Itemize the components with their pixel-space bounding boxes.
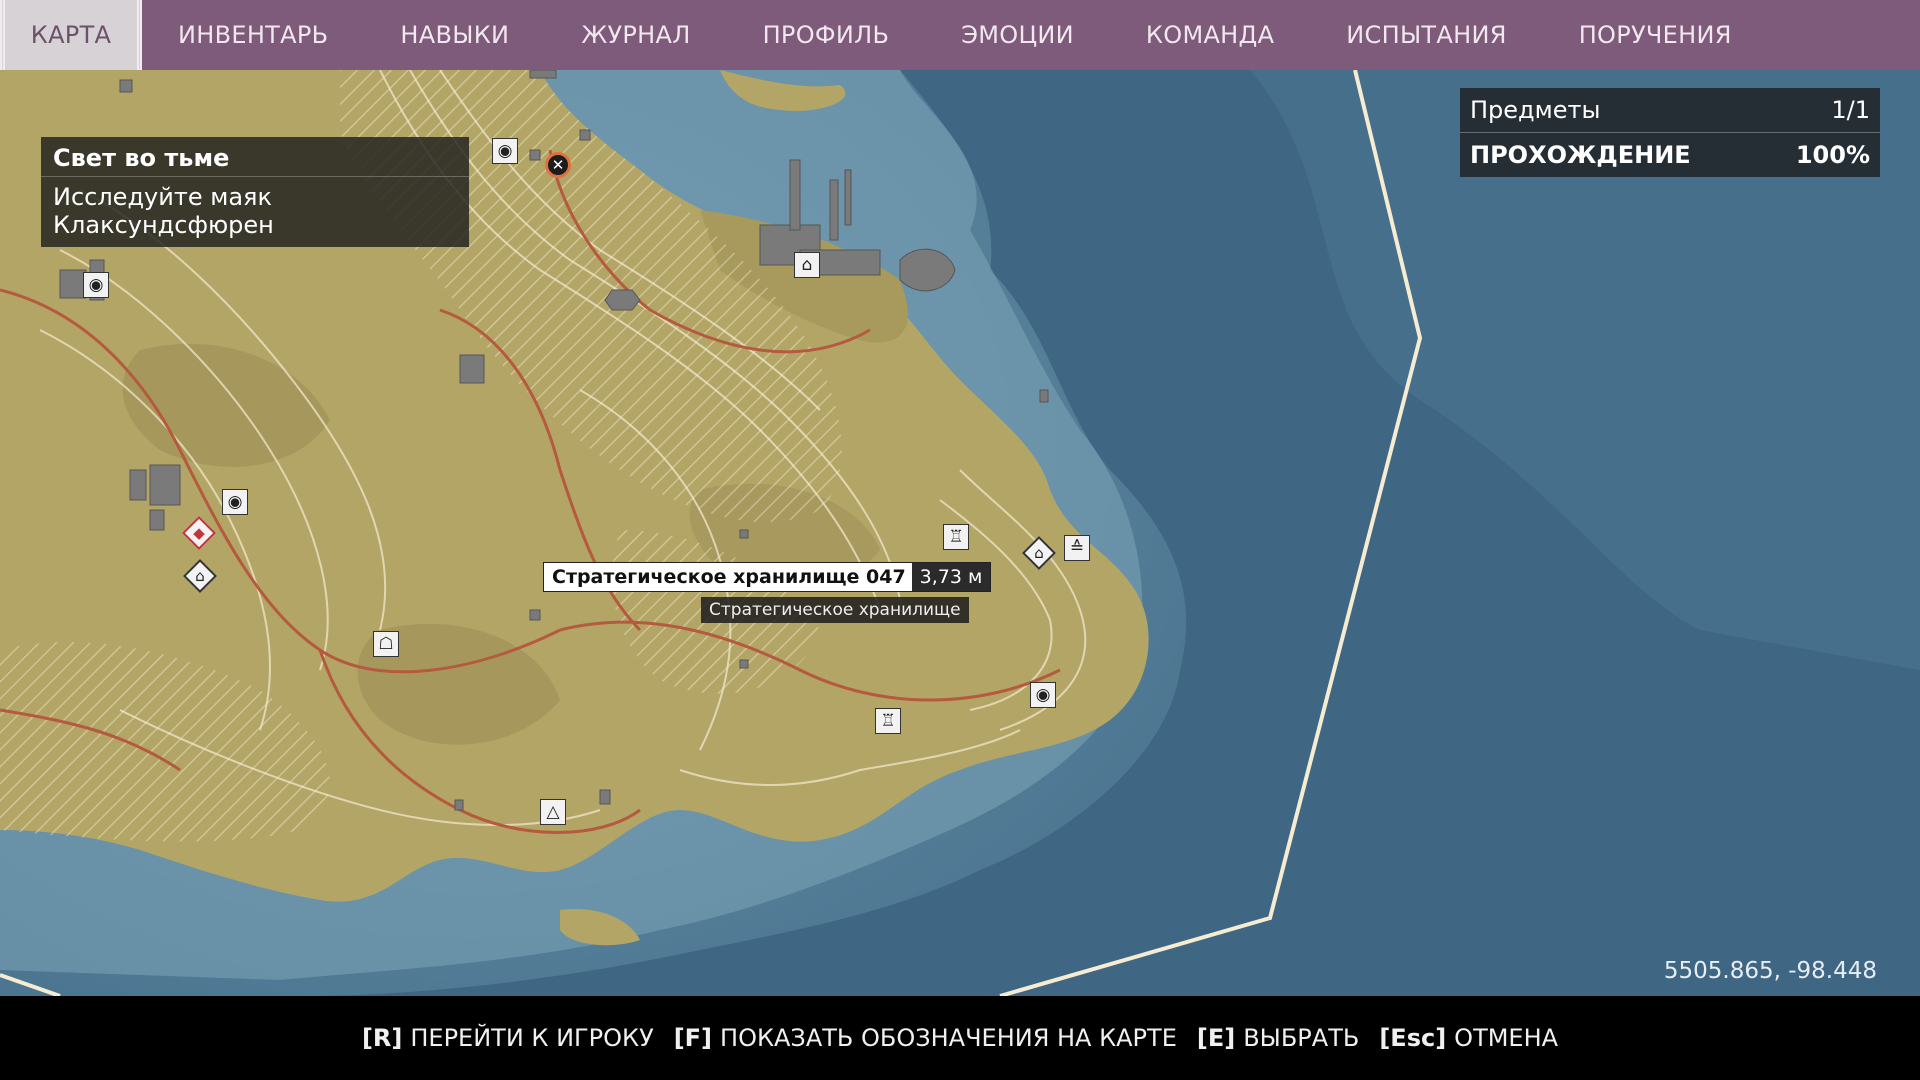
tab-errands[interactable]: ПОРУЧЕНИЯ — [1543, 0, 1768, 70]
tab-inventory[interactable]: ИНВЕНТАРЬ — [142, 0, 364, 70]
top-navigation: КАРТА ИНВЕНТАРЬ НАВЫКИ ЖУРНАЛ ПРОФИЛЬ ЭМ… — [0, 0, 1920, 70]
key-label: [F] — [673, 1024, 713, 1052]
items-value: 1/1 — [1831, 96, 1870, 124]
cancel-button[interactable]: [Esc] ОТМЕНА — [1379, 1024, 1558, 1052]
hint-label: ОТМЕНА — [1454, 1024, 1559, 1052]
quest-description: Исследуйте маяк Клаксундсфюрен — [53, 183, 274, 239]
camera-icon[interactable]: ◉ — [222, 489, 248, 515]
progress-row: ПРОХОЖДЕНИЕ 100% — [1460, 133, 1880, 177]
camera-icon[interactable]: ◉ — [83, 272, 109, 298]
key-label: [Esc] — [1379, 1024, 1447, 1052]
poi-tooltip: Стратегическое хранилище 047 3,73 м — [543, 562, 992, 592]
key-label: [E] — [1196, 1024, 1236, 1052]
hint-label: ВЫБРАТЬ — [1243, 1024, 1360, 1052]
factory-icon[interactable]: ☖ — [373, 631, 399, 657]
tab-challenges[interactable]: ИСПЫТАНИЯ — [1310, 0, 1542, 70]
progress-label: ПРОХОЖДЕНИЕ — [1470, 141, 1691, 169]
radio-tower-icon[interactable]: ♖ — [875, 708, 901, 734]
quest-title: Свет во тьме — [41, 137, 469, 177]
completion-panel: Предметы 1/1 ПРОХОЖДЕНИЕ 100% — [1460, 88, 1880, 177]
hint-label: ПОКАЗАТЬ ОБОЗНАЧЕНИЯ НА КАРТЕ — [720, 1024, 1177, 1052]
poi-distance: 3,73 м — [911, 563, 991, 591]
poi-category: Стратегическое хранилище — [701, 597, 969, 623]
camera-icon[interactable]: ◉ — [492, 138, 518, 164]
active-quest-panel[interactable]: Свет во тьме Исследуйте маяк Клаксундсфю… — [41, 137, 469, 247]
lighthouse-icon[interactable]: ≙ — [1064, 535, 1090, 561]
controls-bar: [R] ПЕРЕЙТИ К ИГРОКУ [F] ПОКАЗАТЬ ОБОЗНАЧЕ… — [0, 996, 1920, 1080]
select-button[interactable]: [E] ВЫБРАТЬ — [1197, 1024, 1359, 1052]
tab-journal[interactable]: ЖУРНАЛ — [545, 0, 726, 70]
tab-skills[interactable]: НАВЫКИ — [364, 0, 545, 70]
camera-icon[interactable]: ◉ — [1030, 682, 1056, 708]
hint-label: ПЕРЕЙТИ К ИГРОКУ — [410, 1024, 654, 1052]
progress-value: 100% — [1795, 141, 1870, 169]
tent-icon[interactable]: △ — [540, 799, 566, 825]
radio-tower-icon[interactable]: ♖ — [943, 524, 969, 550]
key-label: [R] — [361, 1024, 403, 1052]
show-map-legend-button[interactable]: [F] ПОКАЗАТЬ ОБОЗНАЧЕНИЯ НА КАРТЕ — [674, 1024, 1177, 1052]
cursor-coordinates: 5505.865, -98.448 — [1663, 958, 1877, 984]
items-label: Предметы — [1470, 96, 1601, 124]
go-to-player-button[interactable]: [R] ПЕРЕЙТИ К ИГРОКУ — [362, 1024, 654, 1052]
items-row: Предметы 1/1 — [1460, 88, 1880, 133]
bunker-icon[interactable]: ⌂ — [794, 252, 820, 278]
tab-team[interactable]: КОМАНДА — [1110, 0, 1310, 70]
tab-emotes[interactable]: ЭМОЦИИ — [925, 0, 1110, 70]
tab-map[interactable]: КАРТА — [0, 0, 142, 70]
tab-profile[interactable]: ПРОФИЛЬ — [727, 0, 926, 70]
poi-name: Стратегическое хранилище 047 — [552, 566, 906, 588]
objective-target-icon[interactable]: ✕ — [545, 152, 571, 178]
